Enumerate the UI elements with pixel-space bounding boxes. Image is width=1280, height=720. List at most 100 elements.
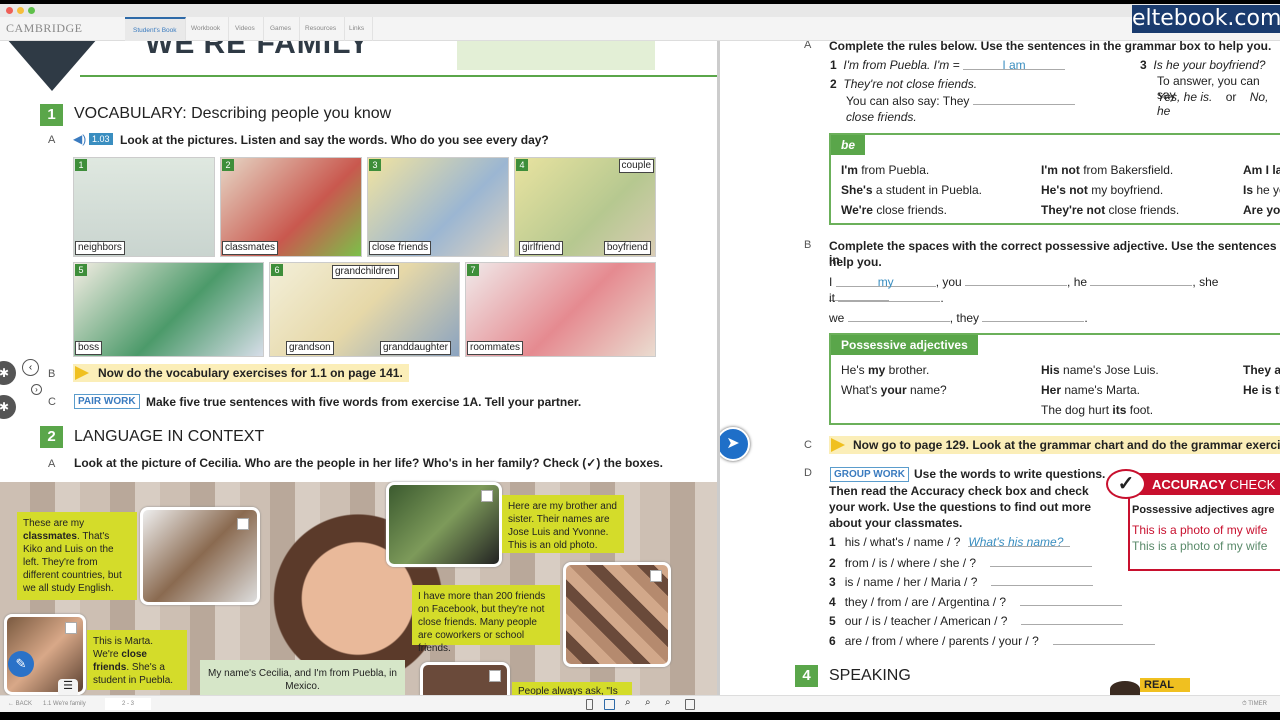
exercise-instruction: help you. <box>829 255 882 269</box>
cursor-pointer-button[interactable]: ➤ <box>720 427 750 461</box>
rule-2-answer[interactable] <box>972 93 1075 105</box>
tab-students-book[interactable]: Student's Book <box>125 17 186 41</box>
photo-facebook-friends <box>563 562 671 667</box>
fullscreen-icon[interactable] <box>685 699 695 710</box>
single-page-icon[interactable] <box>586 699 593 710</box>
cecilia-collage: These are my classmates. That's Kiko and… <box>0 482 717 695</box>
exercise-letter: A <box>804 41 812 51</box>
grammar-text: from Puebla. <box>857 163 930 177</box>
previous-page-icon[interactable]: ‹ <box>22 359 39 376</box>
grammar-part: His <box>1041 363 1060 377</box>
grammar-bold: I'm <box>841 163 858 177</box>
menu-icon[interactable]: ☰ <box>58 679 78 695</box>
question-answer[interactable] <box>1020 594 1123 606</box>
blank-you[interactable] <box>965 274 1068 286</box>
speaker-icon[interactable]: ◀) <box>73 132 86 146</box>
tab-links[interactable]: Links <box>341 17 374 41</box>
question-answer[interactable] <box>1052 633 1155 645</box>
question-words: his / what's / name / ? <box>844 535 961 549</box>
section-number: 2 <box>40 426 63 448</box>
tab-resources[interactable]: Resources <box>297 17 346 41</box>
left-page: WE'RE FAMILY 1 VOCABULARY: Describing pe… <box>0 41 717 695</box>
zoom-in-icon[interactable]: ⌕ <box>645 697 651 708</box>
zoom-fit-icon[interactable]: ⌕ <box>625 697 631 708</box>
grammar-example: The dog hurt its foot. <box>1041 403 1153 417</box>
tab-games[interactable]: Games <box>262 17 300 41</box>
question-answer[interactable] <box>1021 613 1124 626</box>
checkbox-marta[interactable] <box>65 622 77 634</box>
picture-label: boyfriend <box>603 241 651 255</box>
picture-number: 1 <box>75 159 87 171</box>
exercise-instruction: Look at the pictures. Listen and say the… <box>120 133 549 147</box>
blank-we[interactable] <box>847 310 950 322</box>
app-toolbar: CAMBRIDGE Student's Book Workbook Videos… <box>0 17 1280 41</box>
rule-number: 3 <box>1140 58 1147 72</box>
header-rule <box>80 75 717 77</box>
real-label: REAL <box>1140 678 1190 692</box>
zoom-out-icon[interactable]: ⌕ <box>665 697 671 708</box>
bubble-brother-sister: Here are my brother and sister. Their na… <box>502 495 624 553</box>
grammar-bold: She's <box>841 183 873 197</box>
grammar-part: What's <box>841 383 881 397</box>
checkmark-icon: ✓ <box>1106 469 1146 499</box>
bubble-classmates: These are my classmates. That's Kiko and… <box>17 512 137 600</box>
grammar-part: its <box>1112 403 1127 417</box>
checkbox-facebook-friends[interactable] <box>650 570 662 582</box>
back-button[interactable]: ← BACK <box>8 701 32 707</box>
exercise-instruction: Complete the spaces with the correct pos… <box>829 239 1277 267</box>
question-words: is / name / her / Maria / ? <box>844 575 978 590</box>
question-answer[interactable] <box>991 574 1094 587</box>
timer-button[interactable]: ⏱ TIMER <box>1242 701 1267 708</box>
grammar-part: He is th <box>1243 383 1280 397</box>
minimize-window-button[interactable] <box>17 7 24 14</box>
banner-text: Now go to page 129. Look at the grammar … <box>853 438 1280 452</box>
picture-boss: 5 boss <box>73 262 264 357</box>
question-answer[interactable]: What's his name? <box>968 535 1071 549</box>
section-title: VOCABULARY: Describing people you know <box>74 105 392 122</box>
checkbox-classmates[interactable] <box>237 518 249 530</box>
grammar-exercise-banner[interactable]: Now go to page 129. Look at the grammar … <box>829 436 1280 454</box>
question-words: are / from / where / parents / your / ? <box>844 634 1039 648</box>
audio-track-button[interactable]: 1.03 <box>89 133 113 145</box>
annotate-pen-button[interactable]: ✎ <box>8 651 34 677</box>
picture-label: roommates <box>467 341 524 355</box>
page-number-input[interactable]: 2 - 3 <box>105 698 151 710</box>
picture-number: 3 <box>369 159 381 171</box>
photo-boyfriend <box>420 662 510 695</box>
next-page-icon[interactable]: › <box>31 384 42 395</box>
photo-brother-sister <box>386 482 502 567</box>
picture-label: boss <box>75 341 103 355</box>
vocab-exercise-banner[interactable]: Now do the vocabulary exercises for 1.1 … <box>73 364 409 382</box>
grammar-part: Her <box>1041 383 1062 397</box>
close-window-button[interactable] <box>6 7 13 14</box>
picture-number: 5 <box>75 264 87 276</box>
blank-he[interactable] <box>1090 274 1193 286</box>
banner-text: Now do the vocabulary exercises for 1.1 … <box>98 366 403 380</box>
double-page-icon[interactable] <box>604 699 615 710</box>
tab-workbook[interactable]: Workbook <box>183 17 230 41</box>
grammar-text: he yo <box>1256 183 1280 197</box>
zoom-window-button[interactable] <box>28 7 35 14</box>
picture-label: grandchildren <box>332 265 399 279</box>
grammar-box-be: be I'm from Puebla. I'm not from Bakersfi… <box>829 133 1280 225</box>
checkbox-boyfriend[interactable] <box>489 670 501 682</box>
rule-1-answer[interactable]: I am <box>963 58 1065 72</box>
picture-grandchildren: 6 grandson granddaughter grandchildren <box>269 262 460 357</box>
blank-it[interactable] <box>838 290 941 302</box>
accuracy-wrong-example: This is a photo of my wife <box>1132 523 1268 537</box>
accuracy-title: ACCURACY <box>1152 477 1227 492</box>
blank-they[interactable] <box>982 310 1085 322</box>
picture-label: classmates <box>222 241 279 255</box>
checkbox-brother-sister[interactable] <box>481 490 493 502</box>
picture-number: 7 <box>467 264 479 276</box>
question-answer[interactable] <box>990 555 1093 567</box>
grammar-example: She's a student in Puebla. <box>841 183 982 197</box>
blank-i[interactable]: my <box>835 275 936 289</box>
picture-classmates: 2 classmates <box>220 157 362 257</box>
grammar-box-possessive: Possessive adjectives He's my brother. Hi… <box>829 333 1280 425</box>
tab-videos[interactable]: Videos <box>227 17 264 41</box>
grammar-part: name's Jose Luis. <box>1059 363 1159 377</box>
picture-couple: 4 girlfriend boyfriend couple <box>514 157 656 257</box>
question-words: our / is / teacher / American / ? <box>844 614 1008 629</box>
rule-text: Is he your boyfriend? <box>1153 58 1266 72</box>
